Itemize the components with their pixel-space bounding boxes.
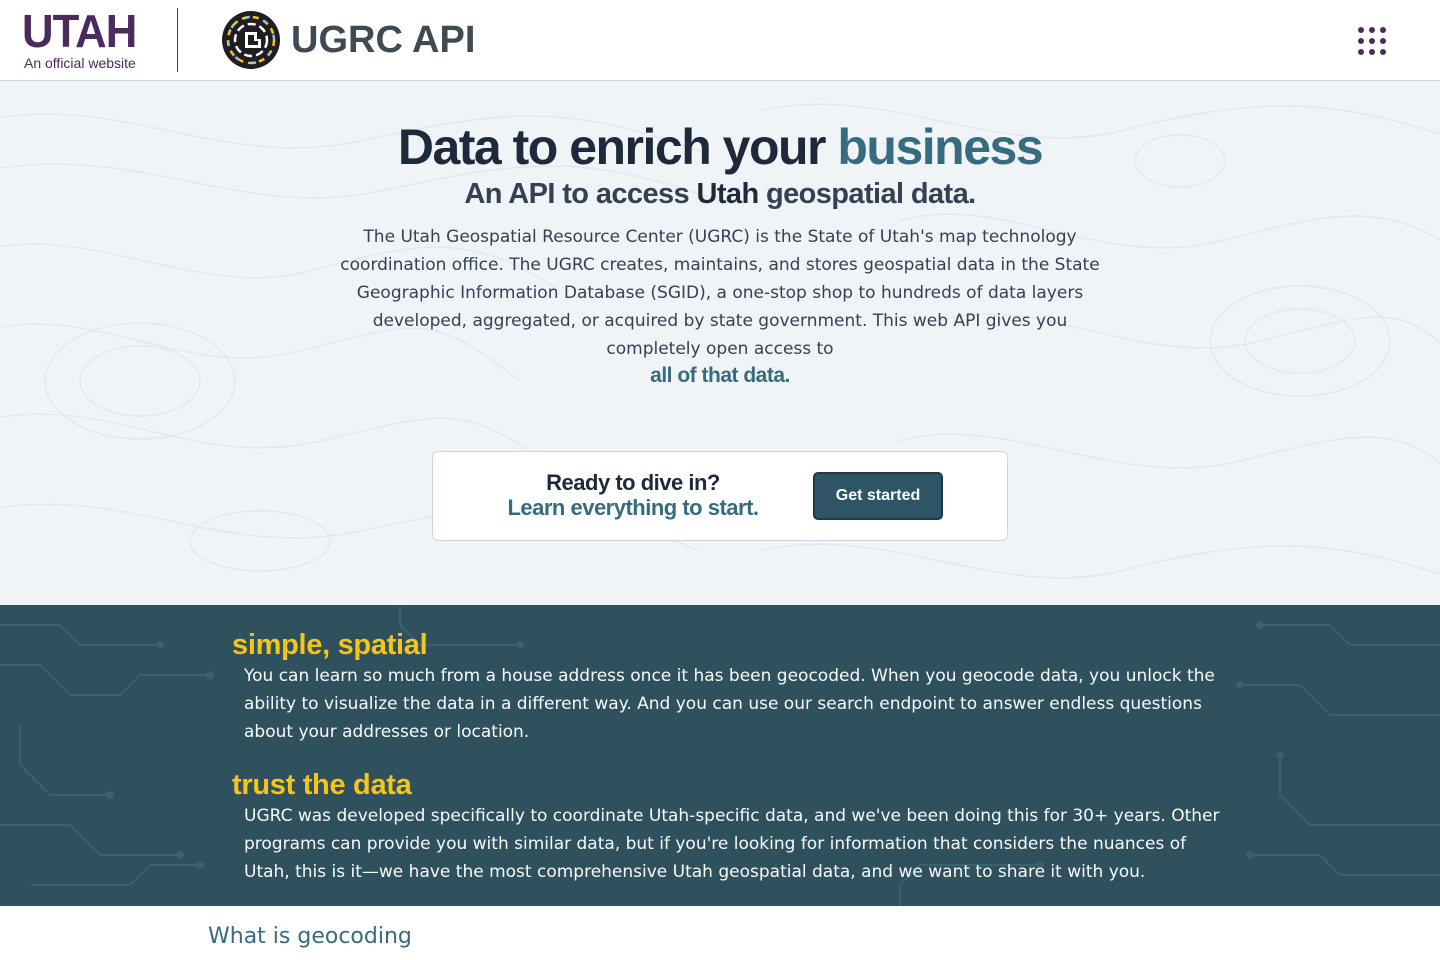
- hero-title-text: Data to enrich your: [397, 119, 838, 175]
- utah-wordmark: UTAH: [22, 5, 137, 57]
- utah-logo-link[interactable]: UTAH An official website: [22, 5, 152, 71]
- all-data-link[interactable]: all of that data.: [0, 364, 1440, 388]
- feature-heading-simple-spatial: simple, spatial: [232, 629, 428, 661]
- menu-dot: [1358, 27, 1364, 33]
- app-title[interactable]: UGRC API: [291, 18, 475, 62]
- header-divider: [177, 8, 178, 72]
- what-is-geocoding-link[interactable]: What is geocoding: [208, 924, 412, 949]
- ugrc-logo-icon[interactable]: [221, 9, 281, 71]
- menu-dot: [1369, 27, 1375, 33]
- site-header: UTAH An official website UGRC API: [0, 0, 1440, 81]
- features-section: simple, spatial You can learn so much fr…: [0, 605, 1440, 906]
- cta-card: Ready to dive in? Learn everything to st…: [432, 451, 1008, 541]
- official-website-label: An official website: [24, 55, 136, 71]
- menu-dot: [1380, 49, 1386, 55]
- hero-subtitle-bold: Utah: [696, 178, 760, 210]
- feature-body-trust-data: UGRC was developed specifically to coord…: [244, 806, 1220, 882]
- feature-heading-trust-data: trust the data: [232, 769, 412, 801]
- menu-dot: [1380, 38, 1386, 44]
- hero-title-accent: business: [837, 119, 1043, 175]
- hero-description: The Utah Geospatial Resource Center (UGR…: [340, 227, 1100, 359]
- menu-dot: [1369, 38, 1375, 44]
- menu-dot: [1358, 49, 1364, 55]
- menu-dot: [1358, 38, 1364, 44]
- cta-heading: Ready to dive in?: [546, 470, 720, 495]
- hero-subtitle-part2: geospatial data.: [758, 178, 976, 210]
- hero-title: Data to enrich your business: [0, 119, 1440, 175]
- hero-section: Data to enrich your business An API to a…: [0, 81, 1440, 605]
- grid-dots-icon[interactable]: [1358, 27, 1386, 55]
- hero-subtitle-part1: An API to access: [464, 178, 697, 210]
- cta-subheading: Learn everything to start.: [507, 495, 759, 520]
- menu-dot: [1369, 49, 1375, 55]
- hero-subtitle: An API to access Utah geospatial data.: [0, 177, 1440, 211]
- get-started-button[interactable]: Get started: [813, 472, 943, 520]
- feature-body-simple-spatial: You can learn so much from a house addre…: [244, 666, 1215, 742]
- menu-dot: [1380, 27, 1386, 33]
